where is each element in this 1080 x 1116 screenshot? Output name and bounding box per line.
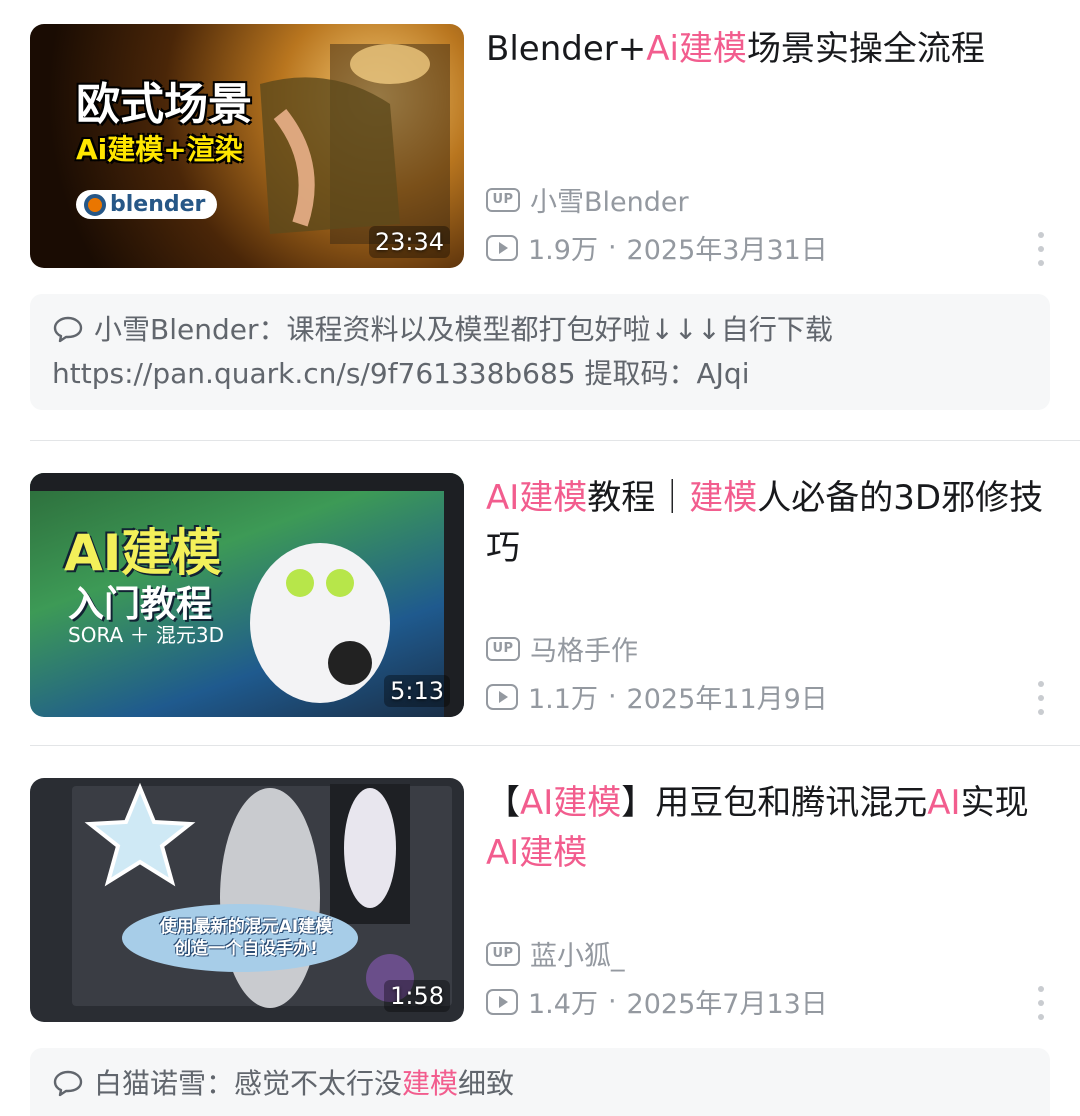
more-options-icon[interactable] bbox=[1036, 986, 1046, 1020]
blender-logo: blender bbox=[76, 190, 218, 219]
comment-icon bbox=[53, 316, 83, 343]
publish-date: 2025年7月13日 bbox=[626, 989, 828, 1020]
video-title[interactable]: AI建模教程｜建模人必备的3D邪修技巧 bbox=[486, 473, 1056, 573]
thumbnail-caption: SORA ＋ 混元3D bbox=[68, 623, 225, 647]
video-thumbnail[interactable]: 欧式场景 Ai建模+渲染 blender 23:34 bbox=[30, 24, 464, 268]
divider bbox=[30, 745, 1080, 746]
uploader-row[interactable]: UP 蓝小狐_ bbox=[486, 934, 625, 973]
thumbnail-title: 欧式场景 bbox=[76, 79, 252, 130]
view-count: 1.1万 bbox=[528, 684, 598, 715]
uploader-row[interactable]: UP 马格手作 bbox=[486, 629, 638, 668]
up-icon: UP bbox=[486, 187, 520, 212]
video-title[interactable]: Blender+Ai建模场景实操全流程 bbox=[486, 24, 1056, 74]
view-count: 1.4万 bbox=[528, 989, 598, 1020]
video-thumbnail[interactable]: AI建模 入门教程 SORA ＋ 混元3D 5:13 bbox=[30, 473, 464, 717]
thumbnail-banner: 使用最新的混元AI建模 创造一个自设手办! bbox=[159, 917, 333, 959]
uploader-name: 马格手作 bbox=[530, 636, 638, 667]
comment-user: 小雪Blender bbox=[94, 313, 259, 346]
uploader-row[interactable]: UP 小雪Blender bbox=[486, 180, 689, 219]
thumbnail-subtitle: Ai建模+渲染 bbox=[76, 133, 243, 166]
play-count-icon bbox=[486, 234, 518, 261]
video-duration: 23:34 bbox=[368, 226, 450, 258]
comment-icon bbox=[53, 1070, 83, 1097]
meta-separator: · bbox=[607, 681, 617, 712]
divider bbox=[30, 440, 1080, 441]
blender-logo-icon bbox=[84, 193, 106, 216]
comment-user: 白猫诺雪 bbox=[94, 1067, 207, 1100]
play-count-icon bbox=[486, 683, 518, 710]
uploader-name: 小雪Blender bbox=[530, 187, 689, 218]
video-title[interactable]: 【AI建模】用豆包和腾讯混元AI实现AI建模 bbox=[486, 778, 1056, 878]
stats-row: 1.1万 · 2025年11月9日 bbox=[486, 677, 828, 716]
up-icon: UP bbox=[486, 941, 520, 966]
video-duration: 5:13 bbox=[384, 675, 450, 707]
publish-date: 2025年3月31日 bbox=[626, 235, 828, 266]
up-icon: UP bbox=[486, 636, 520, 661]
stats-row: 1.9万 · 2025年3月31日 bbox=[486, 228, 828, 267]
video-thumbnail[interactable]: 使用最新的混元AI建模 创造一个自设手办! 1:58 bbox=[30, 778, 464, 1022]
more-options-icon[interactable] bbox=[1036, 232, 1046, 266]
video-duration: 1:58 bbox=[384, 980, 450, 1012]
play-count-icon bbox=[486, 988, 518, 1015]
meta-separator: · bbox=[607, 986, 617, 1017]
pinned-comment[interactable]: 白猫诺雪：感觉不太行没建模细致 bbox=[30, 1048, 1050, 1116]
pinned-comment[interactable]: 小雪Blender：课程资料以及模型都打包好啦↓↓↓自行下载 https://p… bbox=[30, 294, 1050, 410]
more-options-icon[interactable] bbox=[1036, 681, 1046, 715]
view-count: 1.9万 bbox=[528, 235, 598, 266]
stats-row: 1.4万 · 2025年7月13日 bbox=[486, 982, 828, 1021]
meta-separator: · bbox=[607, 232, 617, 263]
publish-date: 2025年11月9日 bbox=[626, 684, 828, 715]
uploader-name: 蓝小狐_ bbox=[530, 941, 625, 972]
